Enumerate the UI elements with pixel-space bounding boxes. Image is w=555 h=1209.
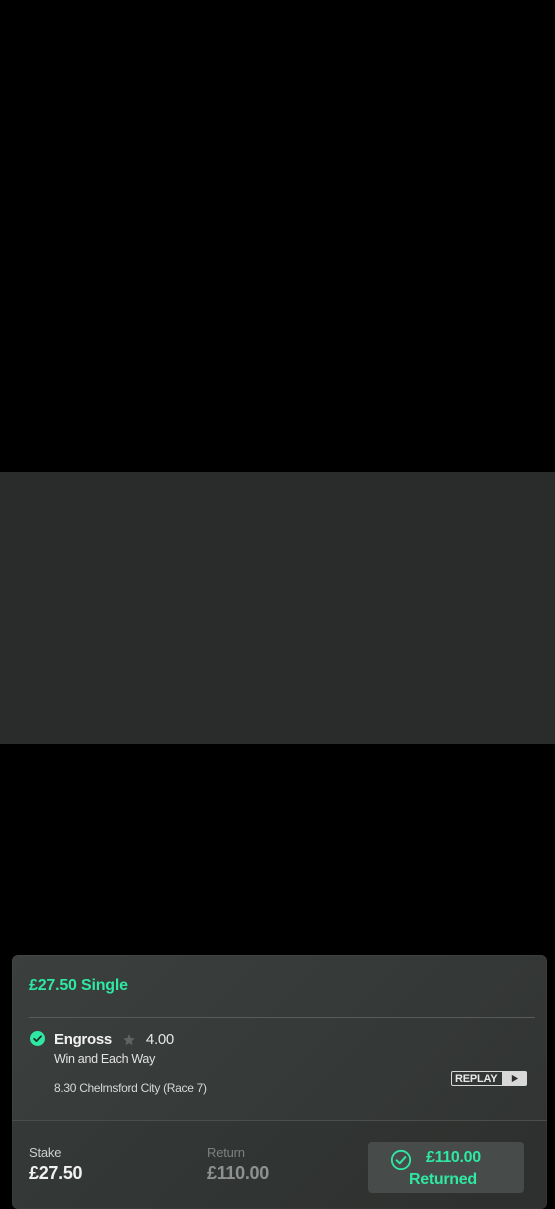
returned-status-badge: £110.00 Returned [368, 1142, 524, 1193]
bet-card[interactable]: £27.50 Single Engross 4.00 Win and Each … [12, 955, 547, 1209]
selection-name: Engross [54, 1031, 112, 1048]
selection-row: Engross 4.00 [54, 1031, 174, 1048]
bet-footer: Stake £27.50 Return £110.00 £110.00 Retu… [12, 1120, 547, 1209]
returned-label: Returned [409, 1171, 477, 1188]
market-name: Win and Each Way [54, 1052, 156, 1066]
return-value: £110.00 [207, 1163, 269, 1183]
divider [29, 1017, 535, 1018]
stake-value: £27.50 [29, 1163, 83, 1183]
star-icon[interactable] [122, 1033, 136, 1047]
replay-button[interactable]: REPLAY [451, 1071, 527, 1086]
bet-strip: £27.50 Single Engross 4.00 Win and Each … [0, 472, 555, 1209]
returned-amount: £110.00 [426, 1149, 481, 1166]
play-icon [502, 1072, 526, 1085]
check-circle-icon [30, 1031, 45, 1046]
return-label: Return [207, 1145, 245, 1160]
check-circle-icon [390, 1149, 412, 1171]
bet-title: £27.50 Single [29, 977, 128, 994]
selection-odds: 4.00 [145, 1031, 174, 1048]
stake-label: Stake [29, 1145, 62, 1160]
replay-label: REPLAY [455, 1072, 498, 1085]
event-name: 8.30 Chelmsford City (Race 7) [54, 1081, 207, 1095]
